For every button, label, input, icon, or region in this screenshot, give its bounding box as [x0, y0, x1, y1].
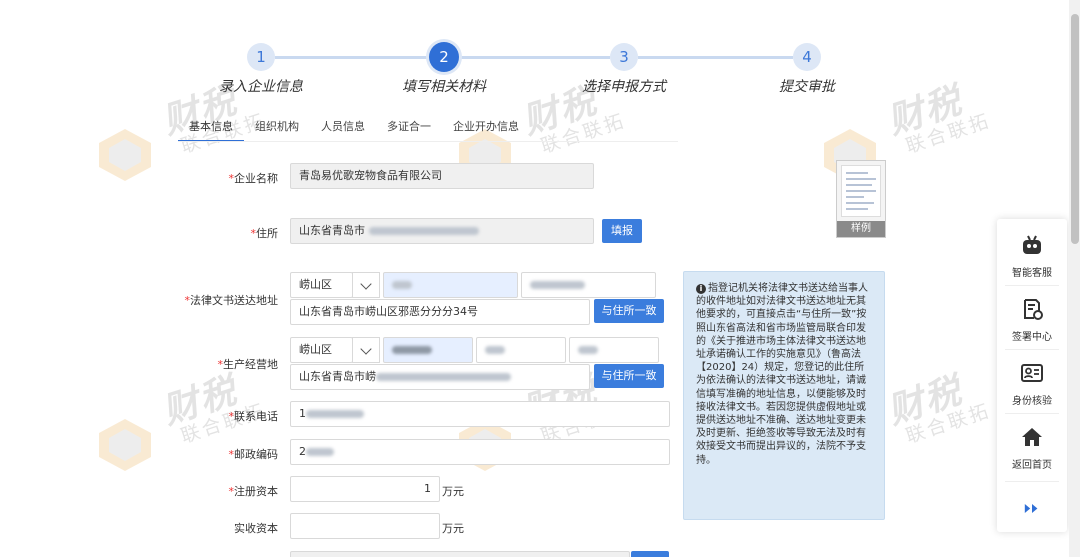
progress-steps: 1 2 3 4 录入企业信息 填写相关材料 选择申报方式 提交审批 [180, 42, 880, 102]
paid-capital-unit: 万元 [442, 522, 464, 535]
step-1-circle: 1 [247, 43, 275, 71]
chevron-down-icon[interactable] [352, 272, 380, 298]
business-address-label: *生产经营地 [217, 358, 279, 371]
business-street-field[interactable] [383, 337, 473, 363]
address-label: *住所 [250, 227, 279, 240]
step-connector [638, 56, 793, 59]
watermark: 财税联合联拓 [95, 370, 285, 495]
scrollbar-thumb[interactable] [1071, 14, 1079, 244]
legal-address-info-box: i 指登记机关将法律文书送达给当事人的收件地址如对法律文书送达地址无其他要求的，可… [683, 271, 885, 520]
sidebar-divider [1005, 285, 1059, 286]
registered-capital-field[interactable]: 1 [290, 476, 440, 502]
id-card-icon [1021, 364, 1043, 382]
legal-same-as-address-button[interactable]: 与住所一致 [594, 299, 664, 323]
sign-icon [1024, 299, 1043, 320]
sidebar-divider [1005, 481, 1059, 482]
sample-thumbnail[interactable]: 样例 [836, 160, 886, 238]
registered-capital-label: *注册资本 [228, 485, 279, 498]
legal-district-select[interactable]: 崂山区 [290, 272, 353, 298]
sidebar-divider [1005, 413, 1059, 414]
business-number-field[interactable] [569, 337, 659, 363]
step-connector [458, 56, 610, 59]
sidebar-item-sign-center[interactable]: 签署中心 [997, 297, 1067, 343]
business-road-field[interactable] [476, 337, 566, 363]
postcode-field[interactable]: 2 [290, 439, 670, 465]
info-icon: i [696, 284, 706, 294]
company-name-field[interactable]: 青岛易优歌宠物食品有限公司 [290, 163, 594, 189]
tab-startup-info[interactable]: 企业开办信息 [442, 118, 530, 142]
step-2-circle: 2 [429, 42, 459, 72]
fill-address-button[interactable]: 填报 [602, 219, 642, 243]
paid-capital-field[interactable] [290, 513, 440, 539]
page: 财税联合联拓 财税联合联拓 财税联合联拓 财税联合联拓 财税联合联拓 财税联合联… [0, 0, 1080, 557]
chevron-down-icon[interactable] [352, 337, 380, 363]
tabs-divider [178, 141, 678, 142]
postcode-label: *邮政编码 [228, 448, 279, 461]
sample-document-icon [841, 165, 881, 217]
business-same-as-address-button[interactable]: 与住所一致 [594, 364, 664, 388]
watermark-logo-icon [99, 419, 151, 471]
watermark: 财税联合联拓 [95, 80, 285, 205]
step-4-label: 提交审批 [779, 79, 835, 95]
legal-address-label: *法律文书送达地址 [184, 294, 279, 307]
tab-multi-certificate[interactable]: 多证合一 [376, 118, 442, 142]
right-sidebar: 智能客服 签署中心 身份核验 返回首页 [997, 219, 1067, 532]
legal-full-address-field[interactable]: 山东省青岛市崂山区邪恶分分分34号 [290, 299, 590, 325]
sidebar-collapse-button[interactable] [997, 503, 1067, 517]
sidebar-item-id-verify[interactable]: 身份核验 [997, 361, 1067, 407]
form-tabs: 基本信息 组织机构 人员信息 多证合一 企业开办信息 [178, 118, 530, 142]
step-3-label: 选择申报方式 [582, 79, 666, 95]
step-4-circle: 4 [793, 43, 821, 71]
sidebar-label: 身份核验 [1012, 396, 1052, 407]
sidebar-item-home[interactable]: 返回首页 [997, 425, 1067, 471]
tab-organization[interactable]: 组织机构 [244, 118, 310, 142]
step-3-circle: 3 [610, 43, 638, 71]
sidebar-label: 智能客服 [1012, 268, 1052, 279]
home-icon [1022, 428, 1042, 446]
collapse-arrow-icon [1024, 504, 1038, 513]
sample-label: 样例 [837, 221, 885, 237]
sidebar-item-customer-service[interactable]: 智能客服 [997, 233, 1067, 279]
business-full-address-field[interactable]: 山东省青岛市崂 [290, 364, 590, 390]
legal-detail-field[interactable] [521, 272, 656, 298]
next-row-button[interactable] [631, 551, 669, 557]
watermark-logo-icon [99, 129, 151, 181]
robot-icon [1023, 235, 1041, 254]
tab-personnel[interactable]: 人员信息 [310, 118, 376, 142]
business-district-select[interactable]: 崂山区 [290, 337, 353, 363]
paid-capital-label: 实收资本 [234, 522, 278, 535]
sidebar-label: 返回首页 [1012, 460, 1052, 471]
address-field[interactable]: 山东省青岛市 [290, 218, 594, 244]
step-2-label: 填写相关材料 [402, 79, 486, 95]
tab-basic-info[interactable]: 基本信息 [178, 118, 244, 142]
sidebar-label: 签署中心 [1012, 332, 1052, 343]
step-connector [275, 56, 430, 59]
next-field[interactable] [290, 551, 630, 557]
info-text: 指登记机关将法律文书送达给当事人的收件地址如对法律文书送达地址无其他要求的，可直… [696, 283, 868, 466]
phone-label: *联系电话 [228, 410, 279, 423]
step-1-label: 录入企业信息 [219, 79, 303, 95]
company-name-label: *企业名称 [228, 172, 279, 185]
sidebar-divider [1005, 349, 1059, 350]
legal-street-field[interactable] [383, 272, 518, 298]
phone-field[interactable]: 1 [290, 401, 670, 427]
registered-capital-unit: 万元 [442, 485, 464, 498]
